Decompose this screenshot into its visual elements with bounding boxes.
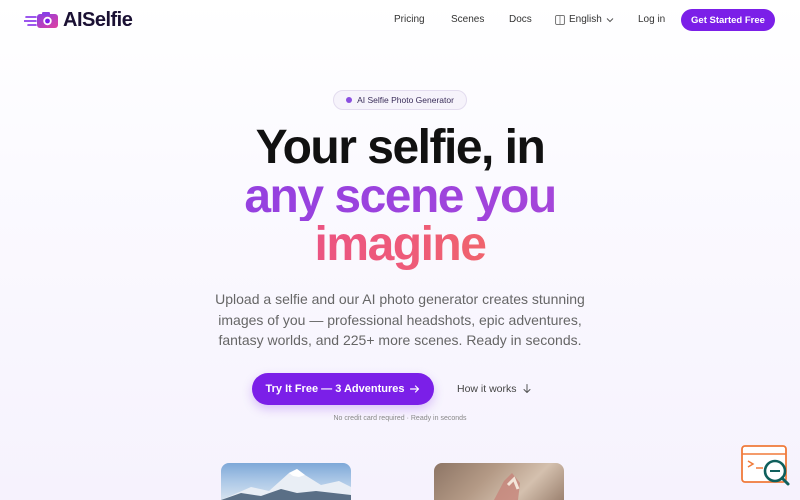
camera-logo-icon	[24, 12, 58, 28]
climbing-scene	[494, 473, 520, 500]
login-link[interactable]: Log in	[638, 13, 665, 27]
arrow-right-icon	[410, 385, 420, 393]
try-free-label: Try It Free — 3 Adventures	[265, 383, 405, 395]
badge-dot-icon	[346, 97, 353, 103]
hero-badge: AI Selfie Photo Generator	[333, 90, 467, 110]
headline-line-3: imagine	[0, 220, 800, 270]
mountain-scene	[221, 469, 351, 500]
nav-link-pricing[interactable]: Pricing	[394, 13, 425, 27]
nav-link-docs[interactable]: Docs	[509, 13, 532, 27]
how-it-works-link[interactable]: How it works	[457, 382, 531, 396]
headline-line-2: any scene you	[0, 172, 800, 222]
get-started-button[interactable]: Get Started Free	[681, 9, 775, 31]
chevron-down-icon	[606, 18, 614, 23]
how-it-works-label: How it works	[457, 383, 517, 395]
language-label: English	[569, 14, 602, 25]
headline-line-1: Your selfie, in	[255, 121, 546, 174]
globe-icon	[555, 15, 565, 25]
rock-climbing-preview-image	[434, 463, 564, 500]
badge-label: AI Selfie Photo Generator	[357, 95, 454, 105]
search-chat-icon	[741, 445, 790, 486]
brand-name: AISelfie	[63, 9, 133, 31]
language-selector[interactable]: English	[555, 13, 614, 27]
hero-subtext: Upload a selfie and our AI photo generat…	[215, 291, 585, 348]
hero-headline: Your selfie, in any scene you imagine	[0, 121, 800, 270]
arrow-down-icon	[523, 384, 531, 393]
cta-note: No credit card required · Ready in secon…	[333, 415, 467, 422]
try-free-button[interactable]: Try It Free — 3 Adventures	[252, 373, 434, 405]
top-navigation: AISelfie Pricing Scenes Docs English Log…	[0, 0, 800, 40]
nav-link-scenes[interactable]: Scenes	[451, 13, 484, 27]
brand-logo[interactable]: AISelfie	[24, 9, 133, 31]
support-widget-button[interactable]	[741, 444, 791, 490]
mountain-preview-image	[221, 463, 351, 500]
